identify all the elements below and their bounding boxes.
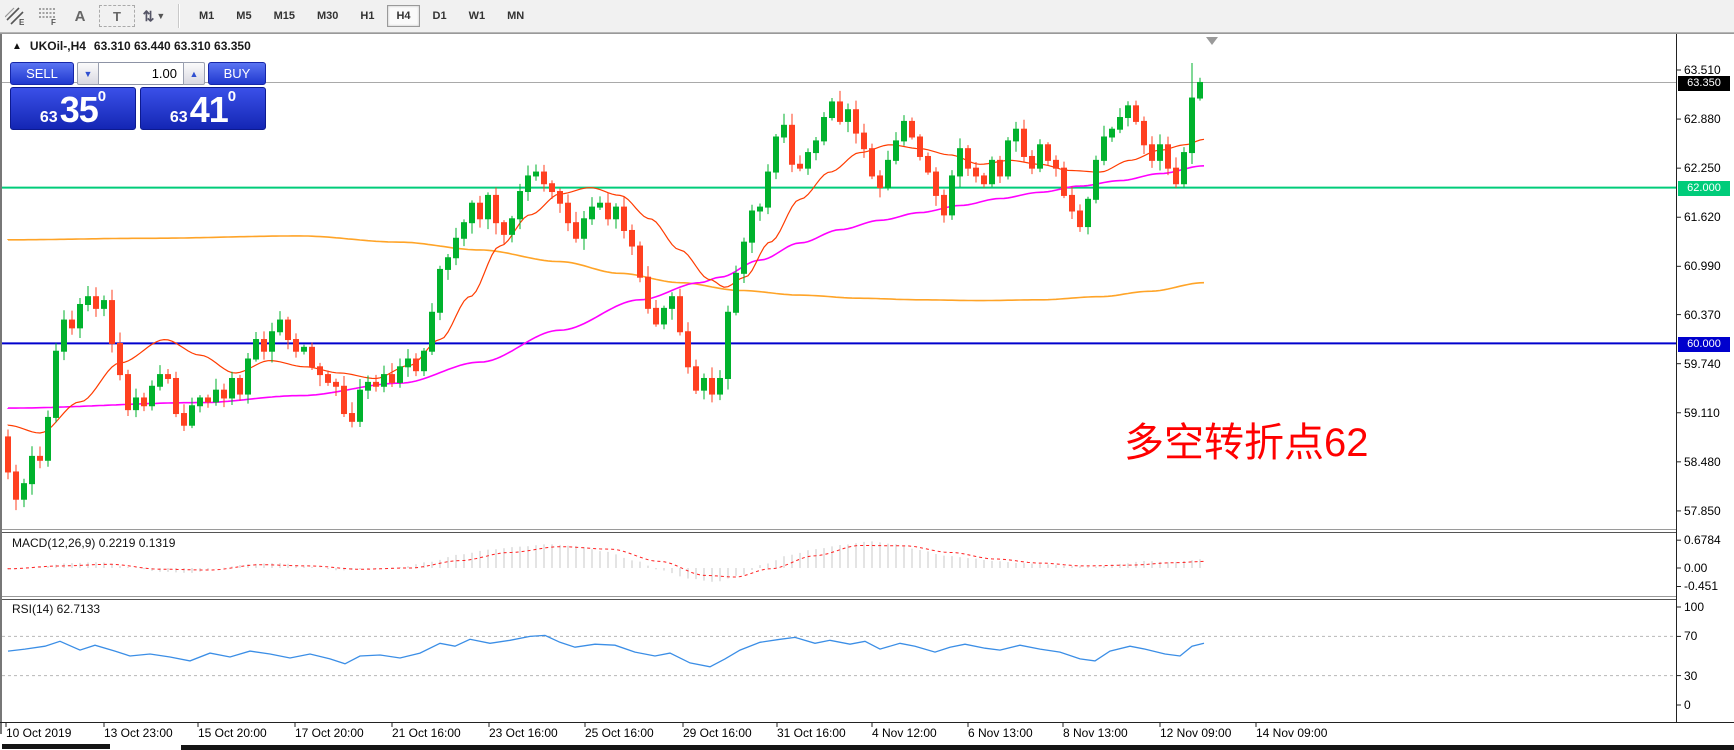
price-scale-tick: 62.250: [1684, 161, 1721, 175]
price-scale-tick: 60.370: [1684, 308, 1721, 322]
chart-shift-marker-icon[interactable]: [1206, 37, 1218, 45]
volume-decrease-button[interactable]: ▼: [77, 62, 99, 85]
time-axis-label: 4 Nov 12:00: [872, 726, 937, 740]
bottom-bar-right: [181, 745, 1734, 750]
time-axis-label: 12 Nov 09:00: [1160, 726, 1231, 740]
green-level-badge: 62.000: [1678, 181, 1730, 196]
buy-button[interactable]: BUY: [208, 62, 266, 85]
time-axis-label: 14 Nov 09:00: [1256, 726, 1327, 740]
price-scale-tick: 59.740: [1684, 357, 1721, 371]
time-axis-label: 29 Oct 16:00: [683, 726, 752, 740]
rsi-scale-tick: 100: [1684, 600, 1704, 614]
volume-input[interactable]: [99, 62, 183, 85]
macd-scale-tick: -0.451: [1684, 579, 1718, 593]
sell-price-box[interactable]: 63 35 0: [10, 87, 136, 130]
time-axis-label: 31 Oct 16:00: [777, 726, 846, 740]
sell-price-point: 0: [98, 90, 106, 104]
time-axis-label: 13 Oct 23:00: [104, 726, 173, 740]
buy-price-bigfigure: 63: [170, 110, 188, 126]
mt4-window: E F A T ⇅ ▼ M1 M5 M15 M30 H1 H4 D1 W1: [0, 0, 1734, 750]
sell-price-bigfigure: 63: [40, 110, 58, 126]
price-scale-tick: 60.990: [1684, 259, 1721, 273]
rsi-scale-tick: 30: [1684, 669, 1697, 683]
one-click-trade-panel: SELL ▼ ▲ BUY 63 35 0 63 41 0: [10, 62, 266, 130]
macd-label: MACD(12,26,9) 0.2219 0.1319: [12, 536, 175, 550]
time-axis-label: 25 Oct 16:00: [585, 726, 654, 740]
buy-price-point: 0: [228, 90, 236, 104]
chart-annotation-text: 多空转折点62: [1124, 410, 1369, 468]
price-scale-tick: 57.850: [1684, 504, 1721, 518]
price-scale-tick: 58.480: [1684, 455, 1721, 469]
time-axis-label: 15 Oct 20:00: [198, 726, 267, 740]
time-axis-label: 6 Nov 13:00: [968, 726, 1033, 740]
current-price-badge: 63.350: [1678, 76, 1730, 91]
time-axis-label: 23 Oct 16:00: [489, 726, 558, 740]
bottom-bar-left: [2, 744, 110, 749]
time-axis-label: 17 Oct 20:00: [295, 726, 364, 740]
macd-scale-tick: 0.6784: [1684, 533, 1721, 547]
time-axis-label: 10 Oct 2019: [6, 726, 71, 740]
macd-scale-tick: 0.00: [1684, 561, 1707, 575]
buy-price-pips: 41: [190, 94, 228, 126]
buy-price-box[interactable]: 63 41 0: [140, 87, 266, 130]
rsi-scale-tick: 0: [1684, 698, 1691, 712]
volume-increase-button[interactable]: ▲: [183, 62, 205, 85]
rsi-label: RSI(14) 62.7133: [12, 602, 100, 616]
price-scale-tick: 59.110: [1684, 406, 1720, 420]
rsi-scale-tick: 70: [1684, 629, 1697, 643]
price-scale-tick: 62.880: [1684, 112, 1721, 126]
price-scale-tick: 63.510: [1684, 63, 1721, 77]
price-scale-tick: 61.620: [1684, 210, 1721, 224]
sell-button[interactable]: SELL: [10, 62, 74, 85]
time-axis-label: 8 Nov 13:00: [1063, 726, 1128, 740]
blue-level-badge: 60.000: [1678, 337, 1730, 352]
sell-price-pips: 35: [60, 94, 98, 126]
time-axis-label: 21 Oct 16:00: [392, 726, 461, 740]
